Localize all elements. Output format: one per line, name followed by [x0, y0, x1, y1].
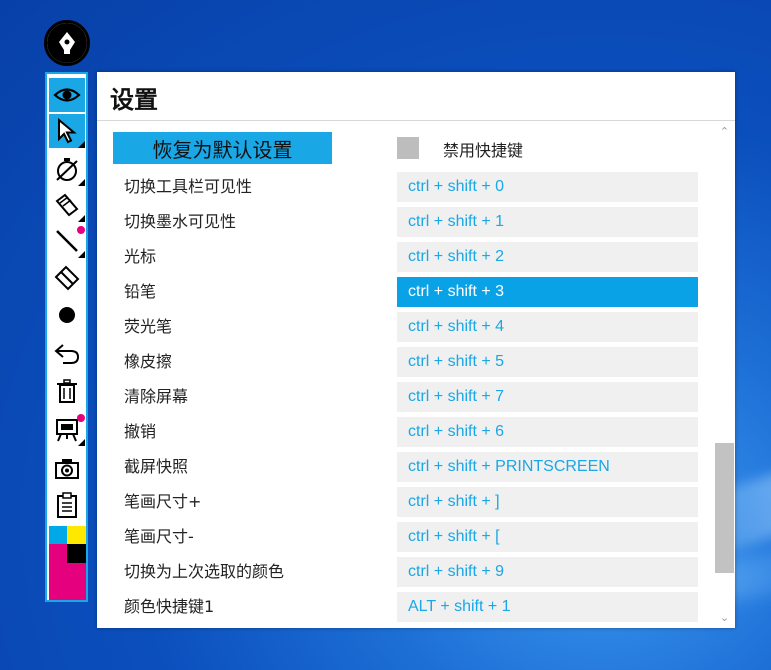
scroll-down-icon[interactable]: ⌄: [718, 611, 731, 624]
shortcut-key-field[interactable]: ctrl + shift + 5: [397, 347, 698, 377]
shortcut-label: 颜色快捷键1: [124, 597, 215, 616]
camera-icon[interactable]: [49, 452, 85, 486]
shortcut-key-field[interactable]: ctrl + shift + 2: [397, 242, 698, 272]
color-swatch-cyan[interactable]: [49, 526, 67, 544]
shortcut-key-field[interactable]: ctrl + shift + PRINTSCREEN: [397, 452, 698, 482]
shortcut-key-field[interactable]: ctrl + shift + [: [397, 522, 698, 552]
reset-defaults-button[interactable]: 恢复为默认设置: [113, 132, 332, 164]
shortcut-label: 笔画尺寸+: [124, 492, 202, 511]
shortcut-label: 撤销: [124, 422, 157, 441]
easel-badge: [77, 414, 85, 422]
shortcut-label: 荧光笔: [124, 317, 173, 336]
shortcut-label: 笔画尺寸-: [124, 527, 194, 546]
shortcut-label: 橡皮擦: [124, 352, 173, 371]
pencil-line-icon[interactable]: [49, 224, 85, 258]
disable-shortcuts-checkbox[interactable]: [397, 137, 419, 159]
vertical-scrollbar[interactable]: ⌃ ⌄: [714, 121, 735, 628]
shortcut-label: 截屏快照: [124, 457, 189, 476]
app-logo-pen-icon[interactable]: [44, 20, 90, 66]
current-color-swatch[interactable]: [49, 563, 86, 600]
drawing-toolbar: [45, 72, 88, 602]
submenu-indicator: [78, 251, 85, 258]
shortcut-label: 切换工具栏可见性: [124, 177, 253, 196]
shortcut-label: 清除屏幕: [124, 387, 189, 406]
submenu-indicator: [78, 141, 85, 148]
disable-shortcuts-label: 禁用快捷键: [443, 141, 524, 160]
submenu-indicator: [78, 439, 85, 446]
shortcut-key-field[interactable]: ctrl + shift + 9: [397, 557, 698, 587]
color-swatch-yellow[interactable]: [67, 526, 86, 544]
dialog-title: 设置: [110, 86, 158, 114]
submenu-indicator: [78, 215, 85, 222]
shortcut-key-field[interactable]: ctrl + shift + 7: [397, 382, 698, 412]
shortcut-key-field[interactable]: ctrl + shift + ]: [397, 487, 698, 517]
color-swatch-magenta[interactable]: [49, 544, 67, 563]
highlighter-icon[interactable]: [49, 188, 85, 222]
submenu-indicator: [78, 179, 85, 186]
shortcut-key-field[interactable]: ALT + shift + 1: [397, 592, 698, 622]
filled-circle-icon[interactable]: [49, 298, 85, 332]
shortcut-key-field[interactable]: ctrl + shift + 3: [397, 277, 698, 307]
shortcut-label: 铅笔: [124, 282, 157, 301]
shortcut-key-field[interactable]: ctrl + shift + 6: [397, 417, 698, 447]
shortcut-label: 光标: [124, 247, 157, 266]
title-divider: [97, 120, 735, 121]
shortcut-label: 切换为上次选取的颜色: [124, 562, 285, 581]
eraser-icon[interactable]: [49, 260, 85, 294]
stopwatch-off-icon[interactable]: [49, 152, 85, 186]
trash-icon[interactable]: [49, 374, 85, 408]
scroll-thumb[interactable]: [715, 443, 734, 573]
settings-dialog: 设置 恢复为默认设置 禁用快捷键 切换工具栏可见性 ctrl + shift + …: [97, 72, 735, 628]
shortcut-key-field[interactable]: ctrl + shift + 4: [397, 312, 698, 342]
easel-icon[interactable]: [49, 412, 85, 446]
eye-icon[interactable]: [49, 78, 85, 112]
pencil-badge: [77, 226, 85, 234]
shortcut-key-field[interactable]: ctrl + shift + 1: [397, 207, 698, 237]
clipboard-icon[interactable]: [49, 488, 85, 522]
shortcut-label: 切换墨水可见性: [124, 212, 237, 231]
color-palette: [49, 526, 86, 600]
scroll-up-icon[interactable]: ⌃: [718, 125, 731, 138]
color-swatch-black[interactable]: [67, 544, 86, 563]
cursor-arrow-icon[interactable]: [49, 114, 85, 148]
shortcut-key-field[interactable]: ctrl + shift + 0: [397, 172, 698, 202]
undo-icon[interactable]: [49, 336, 85, 370]
